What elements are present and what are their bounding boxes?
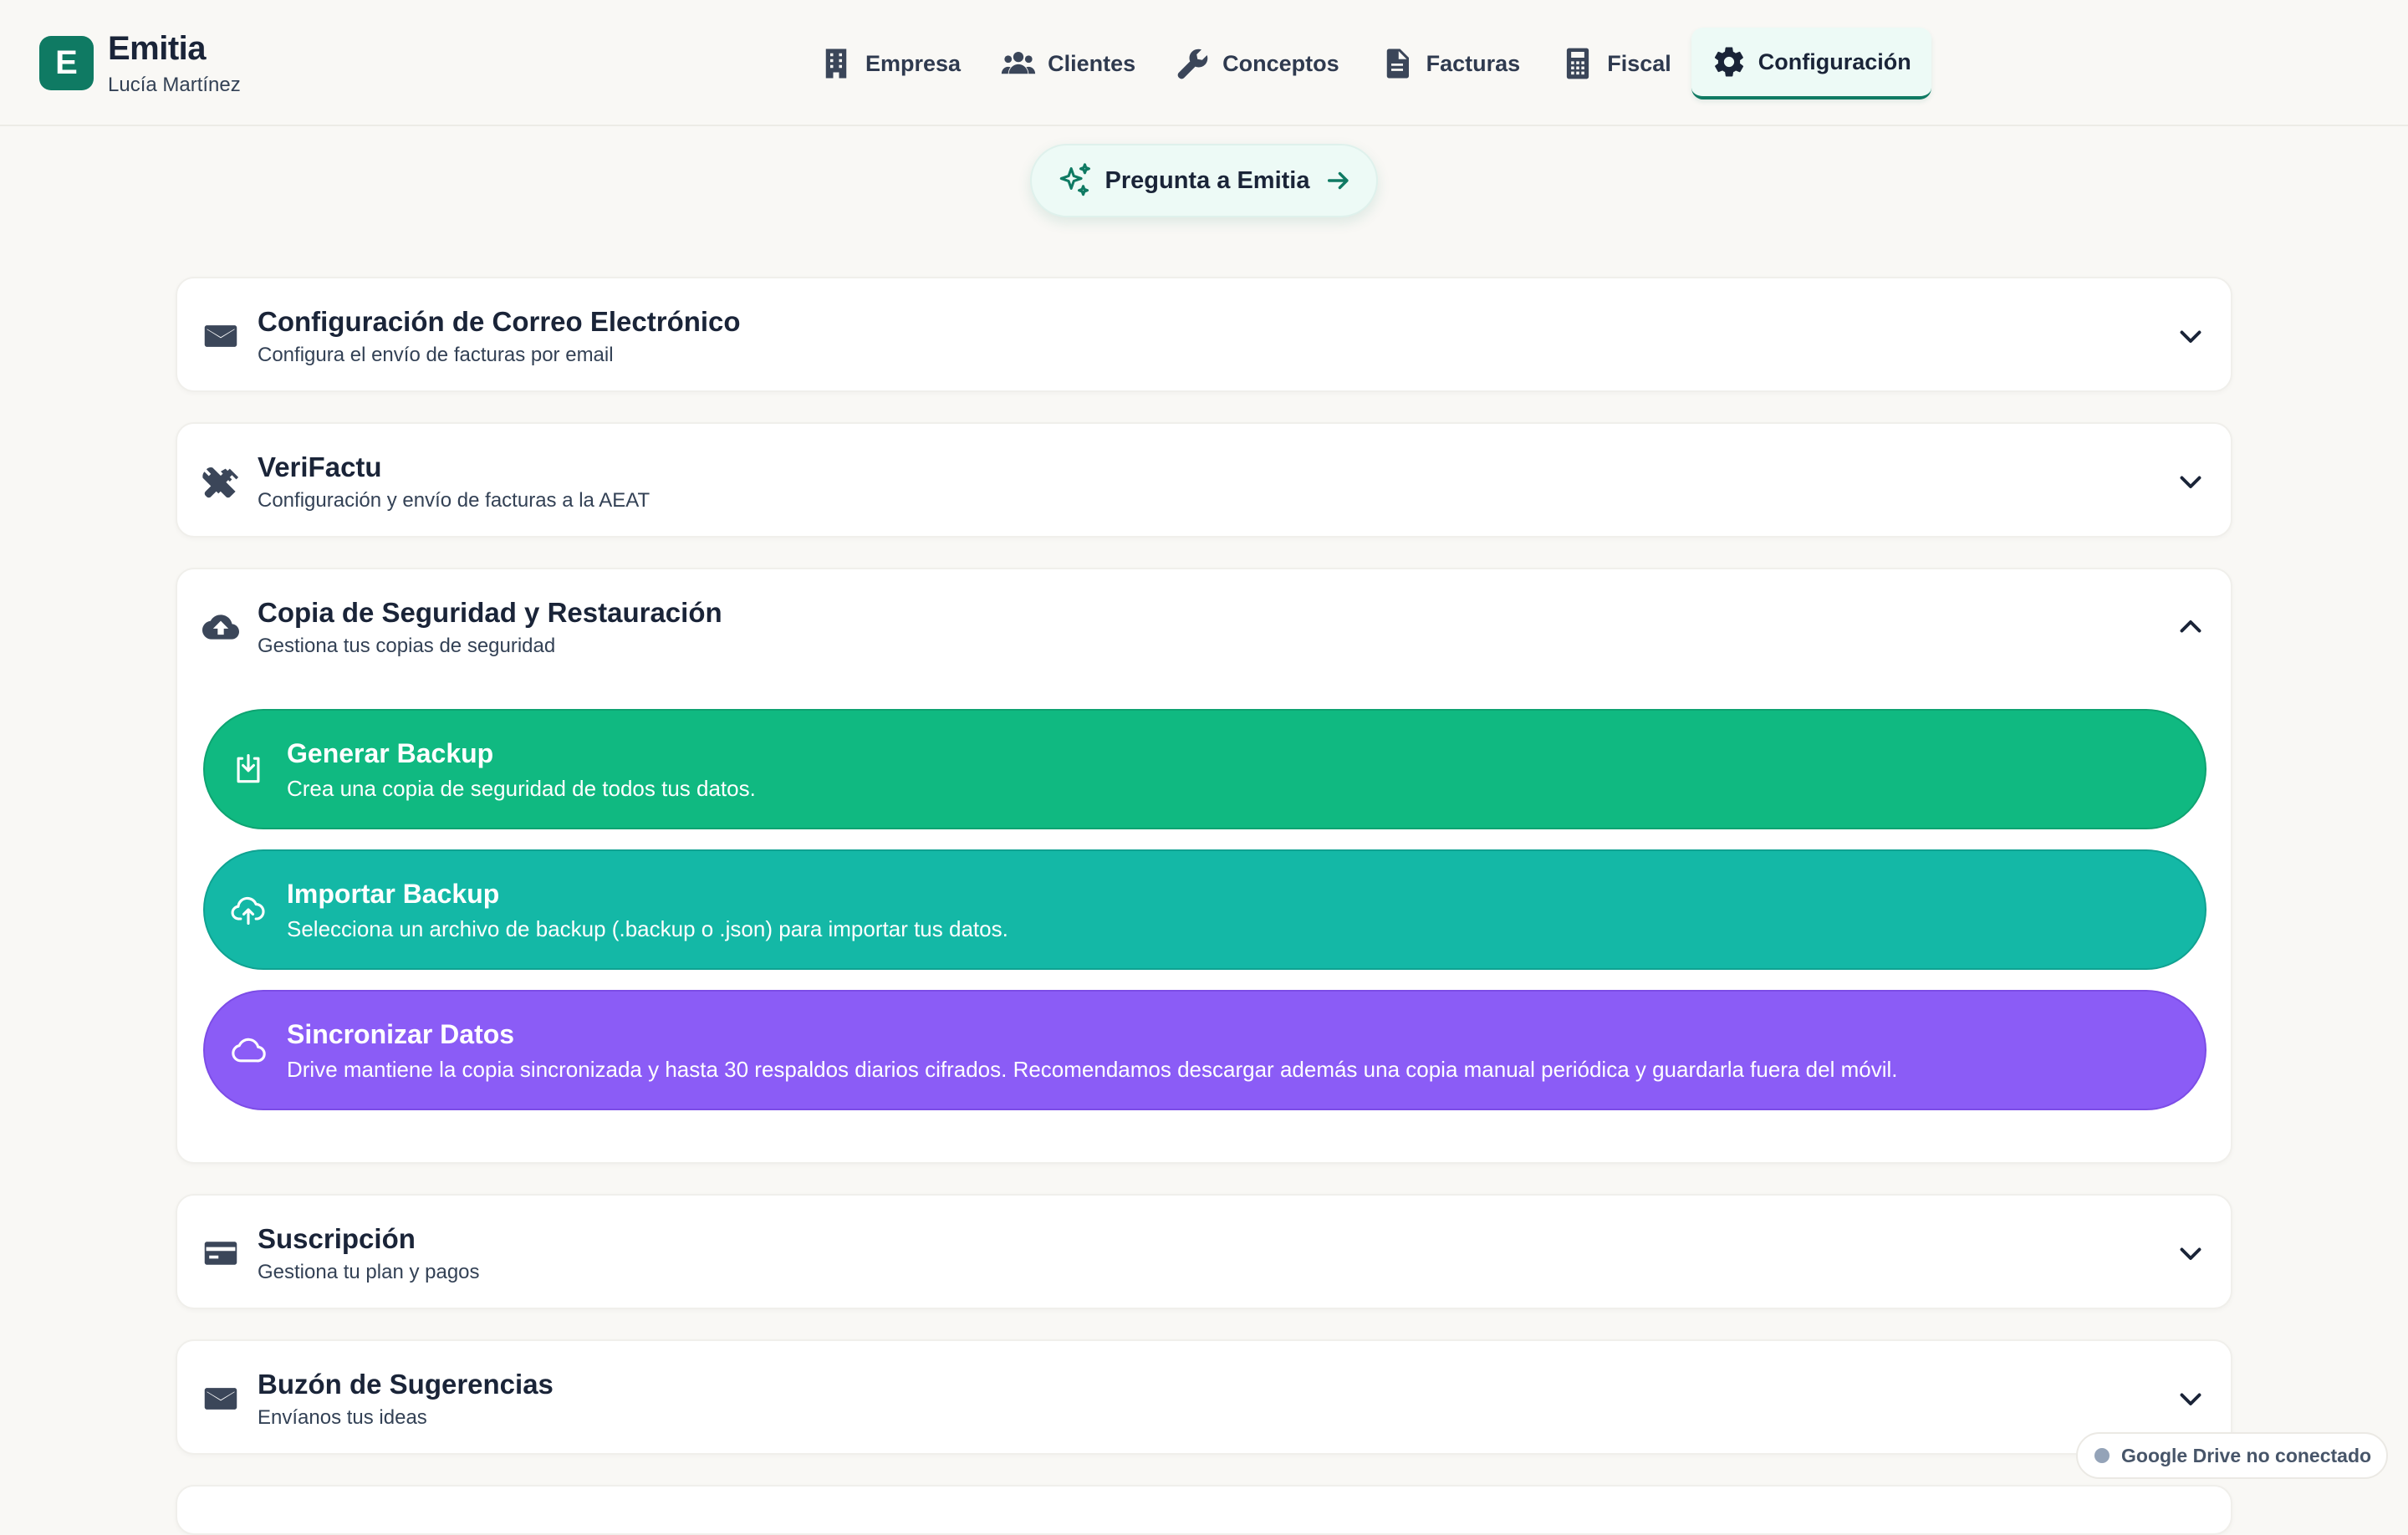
building-icon bbox=[825, 48, 847, 79]
calculator-icon bbox=[1567, 48, 1589, 79]
tools-icon bbox=[202, 467, 239, 498]
action-subtitle: Selecciona un archivo de backup (.backup… bbox=[287, 916, 1008, 941]
drive-status-badge[interactable]: Google Drive no conectado bbox=[2076, 1432, 2389, 1479]
section-title: Copia de Seguridad y Restauración bbox=[258, 597, 722, 628]
credit-card-icon bbox=[204, 1242, 237, 1265]
app-name: Emitia bbox=[108, 30, 207, 67]
chevron-up-icon[interactable] bbox=[2176, 612, 2206, 642]
section-title: Suscripción bbox=[258, 1223, 416, 1254]
section-backup-header[interactable]: Copia de Seguridad y Restauración Gestio… bbox=[177, 569, 2231, 685]
download-icon bbox=[237, 753, 260, 783]
section-subtitle: Configuración y envío de facturas a la A… bbox=[258, 489, 650, 512]
app-header: E Emitia Lucía Martínez Empresa Clientes… bbox=[0, 0, 2408, 126]
sync-data-button[interactable]: Sincronizar Datos Drive mantiene la copi… bbox=[203, 990, 2206, 1110]
nav-item-fiscal[interactable]: Fiscal bbox=[1540, 28, 1691, 99]
chevron-down-icon[interactable] bbox=[2176, 1238, 2206, 1268]
nav-label: Facturas bbox=[1426, 50, 1521, 76]
ask-emitia-button[interactable]: Pregunta a Emitia bbox=[1030, 144, 1378, 217]
nav-label: Conceptos bbox=[1222, 50, 1339, 76]
section-subtitle: Envíanos tus ideas bbox=[258, 1406, 427, 1429]
cloud-upload-icon bbox=[202, 615, 239, 640]
gear-icon bbox=[1714, 47, 1743, 77]
section-subtitle: Configura el envío de facturas por email bbox=[258, 344, 614, 366]
chevron-down-icon[interactable] bbox=[2176, 1384, 2206, 1414]
action-title: Importar Backup bbox=[287, 879, 500, 909]
document-icon bbox=[1386, 48, 1409, 79]
nav-label: Fiscal bbox=[1607, 50, 1671, 76]
nav-item-clientes[interactable]: Clientes bbox=[981, 28, 1156, 99]
app-logo: E bbox=[39, 36, 94, 90]
nav-item-facturas[interactable]: Facturas bbox=[1360, 28, 1541, 99]
section-backup: Copia de Seguridad y Restauración Gestio… bbox=[176, 568, 2232, 1164]
ask-label: Pregunta a Emitia bbox=[1105, 166, 1310, 194]
sparkles-icon bbox=[1059, 163, 1090, 196]
generate-backup-button[interactable]: Generar Backup Crea una copia de segurid… bbox=[203, 709, 2206, 829]
section-suggestions: Buzón de Sugerencias Envíanos tus ideas bbox=[176, 1339, 2232, 1455]
section-title: Configuración de Correo Electrónico bbox=[258, 306, 741, 337]
chevron-down-icon[interactable] bbox=[2176, 321, 2206, 351]
status-dot bbox=[2094, 1448, 2110, 1463]
cloud-icon bbox=[232, 1038, 266, 1063]
chevron-down-icon[interactable] bbox=[2176, 467, 2206, 497]
main-nav: Empresa Clientes Conceptos Facturas Fisc… bbox=[798, 28, 1931, 99]
import-backup-button[interactable]: Importar Backup Selecciona un archivo de… bbox=[203, 849, 2206, 970]
section-verifactu: VeriFactu Configuración y envío de factu… bbox=[176, 422, 2232, 538]
mail-icon bbox=[204, 1388, 237, 1410]
action-subtitle: Drive mantiene la copia sincronizada y h… bbox=[287, 1057, 1898, 1082]
user-name: Lucía Martínez bbox=[108, 74, 241, 96]
cloud-upload-icon bbox=[231, 896, 265, 926]
nav-label: Configuración bbox=[1758, 48, 1911, 74]
nav-label: Empresa bbox=[865, 50, 962, 76]
action-subtitle: Crea una copia de seguridad de todos tus… bbox=[287, 776, 756, 801]
arrow-right-icon bbox=[1328, 171, 1349, 190]
brand[interactable]: E Emitia Lucía Martínez bbox=[39, 30, 241, 97]
nav-item-conceptos[interactable]: Conceptos bbox=[1156, 28, 1360, 99]
section-next-partial bbox=[176, 1485, 2232, 1535]
section-title: VeriFactu bbox=[258, 451, 382, 482]
users-icon bbox=[1001, 52, 1036, 74]
section-subtitle: Gestiona tus copias de seguridad bbox=[258, 635, 556, 657]
nav-item-empresa[interactable]: Empresa bbox=[798, 28, 981, 99]
section-title: Buzón de Sugerencias bbox=[258, 1369, 554, 1400]
drive-status-label: Google Drive no conectado bbox=[2121, 1444, 2372, 1466]
nav-item-configuracion[interactable]: Configuración bbox=[1691, 28, 1931, 99]
mail-icon bbox=[204, 325, 237, 347]
section-subscription-header[interactable]: Suscripción Gestiona tu plan y pagos bbox=[177, 1196, 2231, 1311]
section-email-config: Configuración de Correo Electrónico Conf… bbox=[176, 277, 2232, 392]
section-verifactu-header[interactable]: VeriFactu Configuración y envío de factu… bbox=[177, 424, 2231, 539]
nav-label: Clientes bbox=[1048, 50, 1136, 76]
section-suggestions-header[interactable]: Buzón de Sugerencias Envíanos tus ideas bbox=[177, 1341, 2231, 1456]
brand-text: Emitia Lucía Martínez bbox=[108, 30, 241, 97]
section-email-config-header[interactable]: Configuración de Correo Electrónico Conf… bbox=[177, 278, 2231, 394]
action-title: Generar Backup bbox=[287, 738, 494, 768]
action-title: Sincronizar Datos bbox=[287, 1019, 515, 1049]
section-subscription: Suscripción Gestiona tu plan y pagos bbox=[176, 1194, 2232, 1309]
section-subtitle: Gestiona tu plan y pagos bbox=[258, 1261, 480, 1283]
wrench-icon bbox=[1177, 48, 1208, 79]
